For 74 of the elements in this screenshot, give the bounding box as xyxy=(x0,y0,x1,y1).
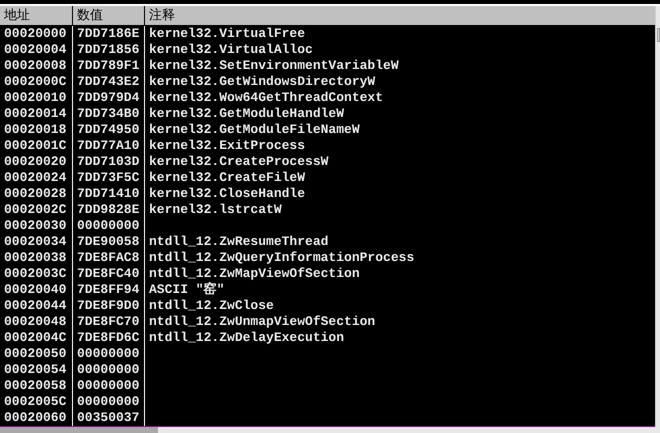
value-cell: 7DE8FC40 xyxy=(73,266,145,282)
value-cell: 00000000 xyxy=(73,362,145,378)
address-cell: 00020010 xyxy=(0,90,73,106)
comment-cell: ntdll_12.ZwQueryInformationProcess xyxy=(149,250,414,265)
address-cell: 0002001C xyxy=(0,138,73,154)
value-cell: 7DD73F5C xyxy=(73,170,145,186)
value-cell: 7DE8FD6C xyxy=(73,330,145,346)
value-cell: 00000000 xyxy=(73,346,145,362)
value-cell: 7DD7186E xyxy=(73,26,145,42)
value-cell: 7DD979D4 xyxy=(73,90,145,106)
address-cell: 0002005C xyxy=(0,394,73,410)
value-cell: 00000000 xyxy=(73,394,145,410)
comment-cell: kernel32.CloseHandle xyxy=(149,186,306,201)
address-cell: 00020018 xyxy=(0,122,73,138)
address-cell: 0002002C xyxy=(0,202,73,218)
value-cell: 7DD743E2 xyxy=(73,74,145,90)
address-cell: 00020048 xyxy=(0,314,73,330)
address-cell: 00020028 xyxy=(0,186,73,202)
address-cell: 00020000 xyxy=(0,26,73,42)
column-header[interactable]: 地址 xyxy=(0,6,73,25)
address-cell: 00020040 xyxy=(0,282,73,298)
value-cell: 00000000 xyxy=(73,378,145,394)
address-cell: 00020054 xyxy=(0,362,73,378)
comment-cell: kernel32.GetModuleHandleW xyxy=(149,106,344,121)
value-cell: 7DD9828E xyxy=(73,202,145,218)
comment-cell: kernel32.SetEnvironmentVariableW xyxy=(149,58,399,73)
comment-cell: kernel32.ExitProcess xyxy=(149,138,306,153)
address-cell: 00020030 xyxy=(0,218,73,234)
comment-cell: kernel32.VirtualFree xyxy=(149,26,306,41)
comment-cell: ntdll_12.ZwUnmapViewOfSection xyxy=(149,314,376,329)
address-cell: 00020014 xyxy=(0,106,73,122)
address-cell: 00020058 xyxy=(0,378,73,394)
value-cell: 7DD74950 xyxy=(73,122,145,138)
value-cell: 7DD7103D xyxy=(73,154,145,170)
comment-cell: kernel32.CreateProcessW xyxy=(149,154,328,169)
value-cell: 7DE90058 xyxy=(73,234,145,250)
comment-cell: kernel32.VirtualAlloc xyxy=(149,42,313,57)
column-header[interactable]: 注释 xyxy=(145,6,655,25)
value-cell: 00000000 xyxy=(73,218,145,234)
horizontal-scrollbar[interactable] xyxy=(0,427,660,433)
address-cell: 00020034 xyxy=(0,234,73,250)
value-cell: 7DD734B0 xyxy=(73,106,145,122)
address-cell: 00020038 xyxy=(0,250,73,266)
value-cell: 7DD71856 xyxy=(73,42,145,58)
address-cell: 0002003C xyxy=(0,266,73,282)
value-cell: 7DE8FF94 xyxy=(73,282,145,298)
value-cell: 7DE8FAC8 xyxy=(73,250,145,266)
vertical-scrollbar[interactable] xyxy=(655,6,660,427)
comment-cell: ntdll_12.ZwClose xyxy=(149,298,274,313)
comment-cell: ASCII "窑" xyxy=(149,282,224,297)
comment-cell: ntdll_12.ZwResumeThread xyxy=(149,234,328,249)
comment-cell: ntdll_12.ZwMapViewOfSection xyxy=(149,266,360,281)
address-cell: 00020008 xyxy=(0,58,73,74)
address-cell: 0002004C xyxy=(0,330,73,346)
comment-cell: kernel32.GetWindowsDirectoryW xyxy=(149,74,376,89)
comment-cell: kernel32.Wow64GetThreadContext xyxy=(149,90,384,105)
address-cell: 00020004 xyxy=(0,42,73,58)
comment-cell: ntdll_12.ZwDelayExecution xyxy=(149,330,344,345)
address-cell: 00020020 xyxy=(0,154,73,170)
address-cell: 00020024 xyxy=(0,170,73,186)
value-cell: 7DD77A10 xyxy=(73,138,145,154)
comment-cell: kernel32.lstrcatW xyxy=(149,202,282,217)
comment-cell: kernel32.GetModuleFileNameW xyxy=(149,122,360,137)
scrollbar-thumb[interactable] xyxy=(0,427,158,433)
comment-cell: kernel32.CreateFileW xyxy=(149,170,306,185)
address-cell: 00020044 xyxy=(0,298,73,314)
scrollbar-thumb[interactable] xyxy=(657,28,660,42)
value-cell: 7DD71410 xyxy=(73,186,145,202)
value-cell: 7DE8FC70 xyxy=(73,314,145,330)
address-cell: 00020050 xyxy=(0,346,73,362)
value-cell: 7DE8F9D0 xyxy=(73,298,145,314)
column-header[interactable]: 数值 xyxy=(73,6,145,25)
address-cell: 0002000C xyxy=(0,74,73,90)
value-cell: 7DD789F1 xyxy=(73,58,145,74)
